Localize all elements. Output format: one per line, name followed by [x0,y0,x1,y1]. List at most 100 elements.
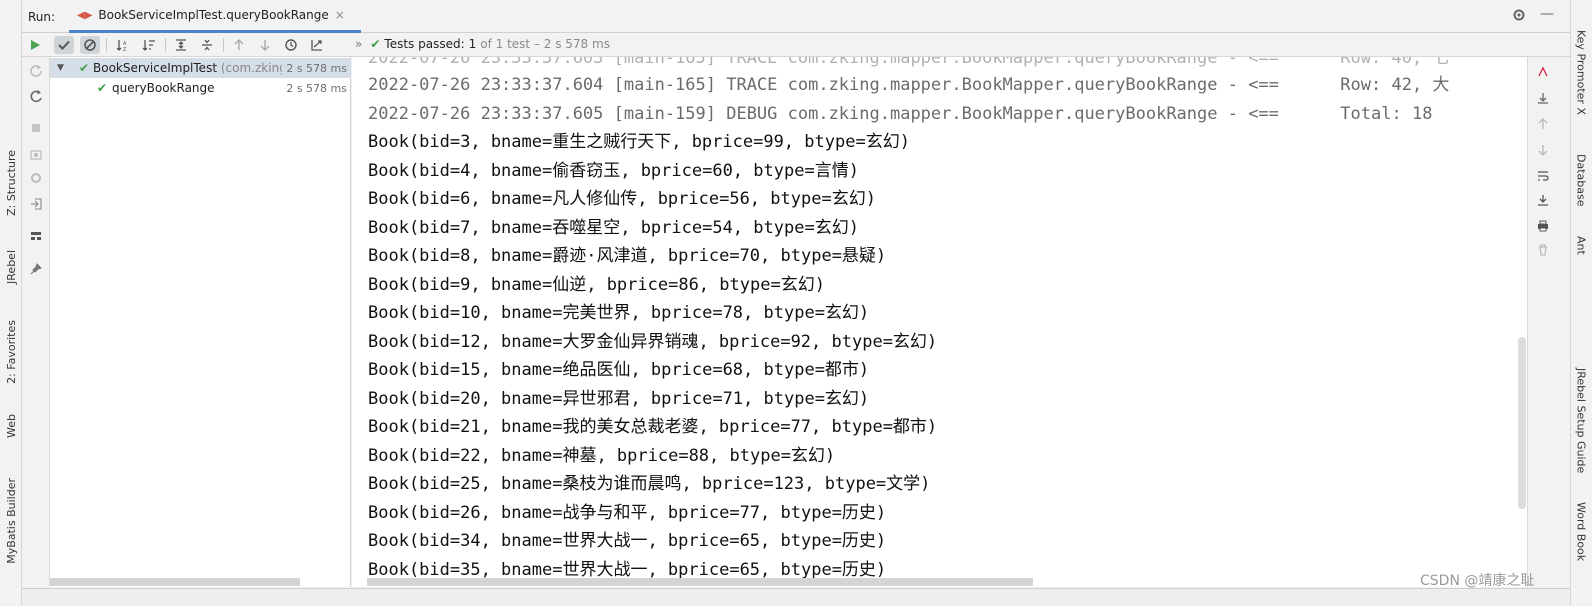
test-history-button[interactable] [281,36,301,54]
scroll-up-button[interactable] [1534,115,1552,133]
scroll-to-end-button[interactable] [1534,191,1552,209]
jrebel-setup-guide-tab[interactable]: JRebel Setup Guide [1570,368,1592,473]
console-up-button[interactable] [1534,63,1552,81]
test-class-duration: 2 s 578 ms [282,61,347,75]
console-output-line: Book(bid=20, bname=异世邪君, bprice=71, btyp… [368,389,870,409]
scroll-to-end-icon [1538,195,1548,206]
restore-layout-button[interactable] [1534,89,1552,107]
export-results-button[interactable] [307,36,327,54]
rerun-button[interactable] [25,36,45,54]
console-output-line: Book(bid=25, bname=桑枝为谁而晨鸣, bprice=123, … [368,474,931,494]
tests-total-duration: of 1 test – 2 s 578 ms [480,37,610,51]
console-side-toolbar [1527,57,1570,587]
ant-tab[interactable]: Ant [1570,236,1592,255]
toggle-auto-test-button[interactable] [27,87,45,105]
jrebel-setup-guide-tab-label: JRebel Setup Guide [1574,368,1588,474]
collapse-all-button[interactable] [197,36,217,54]
structure-tab[interactable]: Z: Structure [0,150,22,216]
print-button[interactable] [1534,217,1552,235]
test-tree: ▼ ✔ BookServiceImplTest (com.zking.se 2 … [50,57,351,587]
tree-horizontal-scrollbar[interactable] [50,578,300,586]
console-output-line: Book(bid=34, bname=世界大战一, bprice=65, bty… [368,531,887,551]
left-tool-strip: Z: Structure JRebel 2: Favorites Web MyB… [0,0,22,606]
console-log-line: 2022-07-26 23:33:37.605 [main-159] DEBUG… [368,104,1433,124]
rerun-failed-icon [30,65,42,77]
test-tree-root[interactable]: ▼ ✔ BookServiceImplTest (com.zking.se 2 … [50,58,351,78]
show-passed-toggle[interactable] [54,36,74,54]
console-output-line: Book(bid=9, bname=仙逆, bprice=86, btype=玄… [368,275,825,295]
console-output-line: Book(bid=4, bname=偷香窃玉, bprice=60, btype… [368,161,859,181]
next-failed-button[interactable] [255,36,275,54]
expand-all-button[interactable] [171,36,191,54]
layout-button[interactable] [27,227,45,245]
console-vertical-scrollbar[interactable] [1518,337,1526,509]
expand-arrow-icon[interactable]: ▼ [57,63,64,73]
gear-icon[interactable] [1512,8,1526,22]
export-icon [311,40,322,51]
show-ignored-toggle[interactable] [80,36,100,54]
run-config-tab-title: BookServiceImplTest.queryBookRange [98,8,329,22]
scroll-down-button[interactable] [1534,141,1552,159]
console-output-line: Book(bid=3, bname=重生之贼行天下, bprice=99, bt… [368,132,910,152]
collapse-all-icon [202,39,212,51]
download-icon [1538,93,1548,104]
printer-icon [1538,220,1548,232]
structure-tab-label: Z: Structure [4,150,18,216]
clear-all-button[interactable] [1534,241,1552,259]
test-status: » ✔ Tests passed: 1 of 1 test – 2 s 578 … [355,37,610,51]
sort-by-duration-icon [142,40,155,51]
database-tab-label: Database [1574,154,1588,207]
error-marker-icon [1538,66,1548,77]
dump-threads-button[interactable] [27,145,45,163]
run-config-tab[interactable]: ◀▶ BookServiceImplTest.queryBookRange × [69,0,361,33]
ant-tab-label: Ant [1574,236,1588,255]
previous-failed-button[interactable] [229,36,249,54]
stop-button[interactable] [27,119,45,137]
run-side-toolbar [22,57,50,587]
hide-icon[interactable]: — [1540,6,1554,22]
soft-wrap-icon [1538,171,1549,181]
close-tab-icon[interactable]: × [335,8,345,22]
arrow-up-icon [1538,118,1548,129]
web-tab[interactable]: Web [0,414,22,438]
more-actions-icon[interactable]: » [355,37,362,51]
console-output-line: Book(bid=12, bname=大罗金仙异界销魂, bprice=92, … [368,332,938,352]
web-tab-label: Web [4,414,18,438]
database-tab[interactable]: Database [1570,154,1592,207]
sort-alpha-button[interactable]: AZ [113,36,133,54]
console-output-line: Book(bid=8, bname=爵迹·风津道, bprice=70, bty… [368,246,887,266]
jrebel-tab[interactable]: JRebel [0,250,22,284]
word-book-tab[interactable]: Word Book [1570,502,1592,561]
test-method-duration: 2 s 578 ms [286,81,347,95]
settings-button[interactable] [27,169,45,187]
console-output-line: Book(bid=21, bname=我的美女总裁老婆, bprice=77, … [368,417,938,437]
soft-wrap-button[interactable] [1534,167,1552,185]
console-output-line: Book(bid=6, bname=凡人修仙传, bprice=56, btyp… [368,189,876,209]
exit-button[interactable] [27,195,45,213]
layout-icon [31,232,41,240]
mybatis-builder-tab-label: MyBatis Builder [4,478,18,564]
run-label: Run: [28,10,56,24]
rerun-failed-button[interactable] [27,61,45,79]
jrebel-tab-label: JRebel [4,250,18,284]
test-tree-item[interactable]: ✔ queryBookRange 2 s 578 ms [50,78,351,98]
pin-tab-button[interactable] [27,260,45,278]
favorites-tab[interactable]: 2: Favorites [0,320,22,384]
test-toolbar: AZ » ✔ Tests passed: 1 of 1 test – 2 s 5… [22,33,1570,57]
key-promoter-tab[interactable]: Key Promoter X [1570,30,1592,115]
run-header: Run: ◀▶ BookServiceImplTest.queryBookRan… [22,0,1570,33]
auto-test-icon [30,90,42,103]
svg-text:Z: Z [123,47,127,52]
toolbar-separator [106,38,107,52]
sort-alphabetically-icon: AZ [116,40,127,52]
test-method-name: queryBookRange [112,81,215,95]
arrow-down-icon [260,40,270,51]
sort-duration-button[interactable] [139,36,159,54]
passed-check-icon: ✔ [370,37,381,51]
console-output[interactable]: 2022-07-26 23:33:37.603 [main-165] TRACE… [352,57,1527,587]
console-horizontal-scrollbar[interactable] [367,578,1033,586]
mybatis-builder-tab[interactable]: MyBatis Builder [0,478,22,564]
console-output-line: Book(bid=26, bname=战争与和平, bprice=77, bty… [368,503,887,523]
stop-icon [32,124,40,132]
key-promoter-tab-label: Key Promoter X [1574,30,1588,115]
